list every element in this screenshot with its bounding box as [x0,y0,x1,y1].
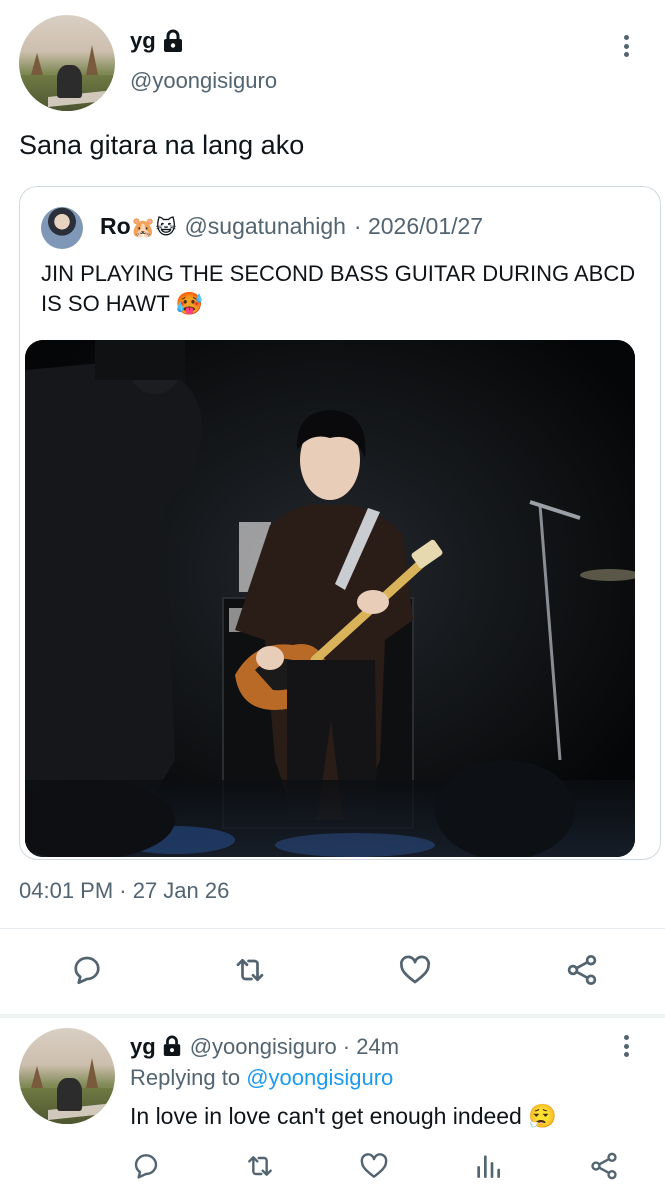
reply-author-name[interactable]: yg [130,1034,156,1060]
quoted-tweet-card[interactable]: Ro🐹😺 @sugatunahigh · 2026/01/27 JIN PLAY… [19,186,661,860]
reply-icon [130,1150,162,1187]
tweet-text: Sana gitara na lang ako [19,130,305,160]
lock-icon [162,29,184,53]
share-icon [588,1150,620,1187]
quoted-author-name[interactable]: Ro [100,213,131,239]
heart-icon [397,952,433,993]
reply-like-button[interactable] [352,1146,396,1190]
more-options-icon[interactable] [616,32,636,60]
reply-more-options-icon[interactable] [616,1032,636,1060]
lock-icon [162,1035,184,1059]
reply-time: · 24m [342,1034,400,1059]
author-display-name[interactable]: yg [130,28,156,54]
reply-retweet-button[interactable] [238,1146,282,1190]
retweet-button[interactable] [228,950,272,994]
replying-to-mention[interactable]: @yoongisiguro [246,1065,393,1090]
reply-analytics-button[interactable] [466,1146,510,1190]
replying-to-prefix: Replying to [130,1065,241,1090]
retweet-icon [232,952,268,993]
quoted-tweet-photo[interactable] [25,340,635,857]
share-button[interactable] [560,950,604,994]
tweet-timestamp: 04:01 PM · 27 Jan 26 [19,878,230,903]
author-name-row: yg [130,28,184,54]
analytics-icon [472,1150,504,1187]
quoted-tweet-text: JIN PLAYING THE SECOND BASS GUITAR DURIN… [41,261,636,316]
quoted-author-handle[interactable]: @sugatunahigh [184,213,345,240]
reply-share-button[interactable] [582,1146,626,1190]
reply-icon [69,952,105,993]
section-divider [0,1014,665,1018]
divider [0,928,665,929]
reply-header: yg @yoongisiguro · 24m [130,1034,399,1060]
author-handle[interactable]: @yoongisiguro [130,68,277,94]
author-avatar[interactable] [19,15,115,111]
reply-author-handle[interactable]: @yoongisiguro [190,1034,337,1060]
reply-button[interactable] [65,950,109,994]
quoted-author-avatar[interactable] [41,207,83,249]
retweet-icon [244,1150,276,1187]
heart-icon [358,1150,390,1187]
reply-text: In love in love can't get enough indeed … [130,1103,557,1129]
quoted-author-name-emojis: 🐹😺 [130,217,177,239]
reply-reply-button[interactable] [124,1146,168,1190]
like-button[interactable] [393,950,437,994]
replying-to-line: Replying to @yoongisiguro [130,1065,393,1091]
share-icon [564,952,600,993]
reply-author-avatar[interactable] [19,1028,115,1124]
quoted-tweet-date: · 2026/01/27 [353,213,484,239]
quoted-tweet-header: Ro🐹😺 @sugatunahigh · 2026/01/27 [100,213,483,240]
